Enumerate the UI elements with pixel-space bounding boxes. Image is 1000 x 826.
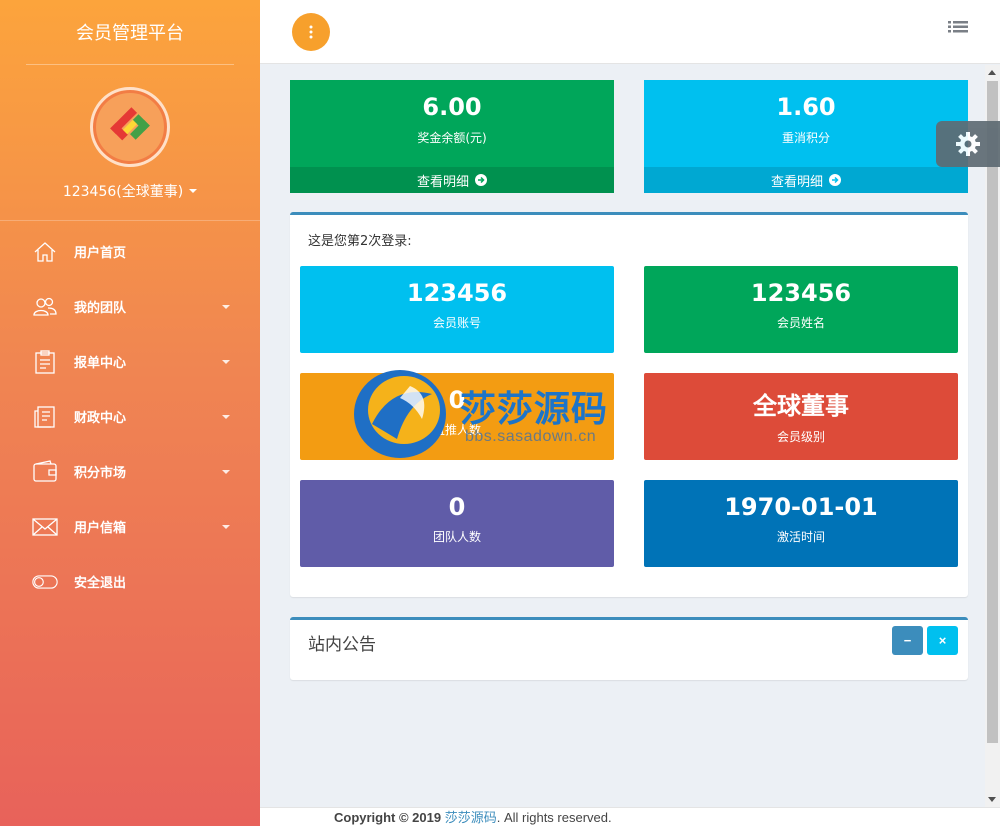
sidebar-item-label: 积分市场: [74, 466, 127, 481]
tile-value: 1970-01-01: [724, 493, 878, 521]
team-icon: [32, 294, 58, 320]
tile-label: 会员账号: [432, 316, 481, 330]
caret-down-icon: [222, 359, 230, 364]
tile-value: 123456: [750, 279, 852, 307]
sidebar: 会员管理平台 123456(全球董事) 用户首页 我的团队 报单中心 财政中心 …: [0, 0, 260, 826]
member-name-tile: 123456 会员姓名: [644, 266, 958, 353]
detail-link-label: 查看明细: [416, 174, 469, 190]
activation-date-tile: 1970-01-01 激活时间: [644, 480, 958, 567]
sidebar-item-label: 我的团队: [74, 301, 127, 316]
detail-link-label: 查看明细: [770, 174, 823, 190]
sidebar-item-home[interactable]: 用户首页: [0, 224, 260, 279]
bonus-balance-label: 奖金余额(元): [417, 131, 487, 145]
tile-label: 会员级别: [776, 430, 825, 444]
sidebar-item-label: 报单中心: [74, 356, 127, 371]
caret-down-icon: [222, 414, 230, 419]
tile-label: 团队人数: [432, 530, 481, 544]
wallet-icon: [32, 459, 58, 485]
repeat-points-value: 1.60: [776, 93, 836, 121]
announcement-title: 站内公告: [308, 635, 376, 655]
collapse-button[interactable]: −: [892, 626, 923, 655]
points-detail-link[interactable]: 查看明细: [644, 167, 968, 193]
sidebar-item-finance[interactable]: 财政中心: [0, 389, 260, 444]
toggle-icon: [32, 569, 58, 595]
tile-value: 123456: [406, 279, 508, 307]
tile-value: 0: [448, 493, 466, 521]
team-size-tile: 0 团队人数: [300, 480, 614, 567]
direct-referrals-tile: 0 直推人数: [300, 373, 614, 460]
login-count-message: 这是您第2次登录:: [308, 234, 412, 249]
user-panel: 123456(全球董事): [0, 65, 260, 221]
scroll-up-arrow-icon[interactable]: [988, 70, 996, 75]
home-icon: [32, 239, 58, 265]
tile-value: 全球董事: [753, 392, 849, 420]
repeat-points-label: 重消积分: [781, 131, 830, 145]
sidebar-item-team[interactable]: 我的团队: [0, 279, 260, 334]
copyright-suffix: . All rights reserved.: [496, 810, 612, 825]
settings-button[interactable]: [936, 121, 1000, 167]
sidebar-item-market[interactable]: 积分市场: [0, 444, 260, 499]
tile-value: 0: [448, 386, 466, 414]
sidebar-item-label: 安全退出: [74, 576, 127, 591]
list-icon[interactable]: [948, 20, 968, 41]
scroll-thumb[interactable]: [987, 81, 998, 743]
member-info-box: 这是您第2次登录: 123456 会员账号 123456 会员姓名 0 直推人数…: [290, 212, 968, 597]
sidebar-item-logout[interactable]: 安全退出: [0, 554, 260, 609]
more-vertical-icon: [309, 25, 313, 39]
minus-icon: −: [903, 633, 912, 648]
user-menu-toggle[interactable]: 123456(全球董事): [62, 181, 198, 201]
bonus-balance-value: 6.00: [422, 93, 482, 121]
arrow-circle-right-icon: [475, 174, 487, 186]
menu-toggle-button[interactable]: [292, 13, 330, 51]
sidebar-menu: 用户首页 我的团队 报单中心 财政中心 积分市场 用户信箱 安全退出: [0, 224, 260, 609]
sidebar-item-orders[interactable]: 报单中心: [0, 334, 260, 389]
sidebar-item-label: 用户信箱: [74, 521, 127, 536]
tile-label: 会员姓名: [776, 316, 825, 330]
mail-icon: [32, 514, 58, 540]
caret-down-icon: [222, 469, 230, 474]
avatar[interactable]: [90, 87, 170, 167]
scroll-down-arrow-icon[interactable]: [988, 797, 996, 802]
sidebar-item-label: 用户首页: [74, 246, 127, 261]
member-level-tile: 全球董事 会员级别: [644, 373, 958, 460]
sidebar-item-mailbox[interactable]: 用户信箱: [0, 499, 260, 554]
top-header: [260, 0, 1000, 64]
repeat-points-card: 1.60 重消积分 查看明细: [644, 80, 968, 193]
announcement-box: 站内公告 − ×: [290, 617, 968, 680]
scrollbar[interactable]: [985, 65, 1000, 807]
member-account-tile: 123456 会员账号: [300, 266, 614, 353]
close-button[interactable]: ×: [927, 626, 958, 655]
tile-label: 直推人数: [432, 423, 481, 437]
sidebar-item-label: 财政中心: [74, 411, 127, 426]
tile-label: 激活时间: [776, 530, 825, 544]
gear-icon: [956, 132, 980, 156]
caret-down-icon: [222, 524, 230, 529]
copyright-prefix: Copyright © 2019: [334, 810, 445, 825]
bonus-detail-link[interactable]: 查看明细: [290, 167, 614, 193]
main-content: 6.00 奖金余额(元) 查看明细 1.60 重消积分 查看明细 这是您第2次登…: [275, 65, 985, 807]
caret-down-icon: [189, 189, 198, 193]
footer: Copyright © 2019 莎莎源码. All rights reserv…: [260, 807, 1000, 826]
user-name: 123456(全球董事): [62, 184, 184, 200]
close-icon: ×: [938, 633, 947, 648]
caret-down-icon: [222, 304, 230, 309]
brand-title: 会员管理平台: [76, 23, 184, 44]
bonus-balance-card: 6.00 奖金余额(元) 查看明细: [290, 80, 614, 193]
arrow-circle-right-icon: [829, 174, 841, 186]
clipboard-icon: [32, 349, 58, 375]
footer-site-link[interactable]: 莎莎源码: [445, 810, 497, 825]
finance-icon: [32, 404, 58, 430]
